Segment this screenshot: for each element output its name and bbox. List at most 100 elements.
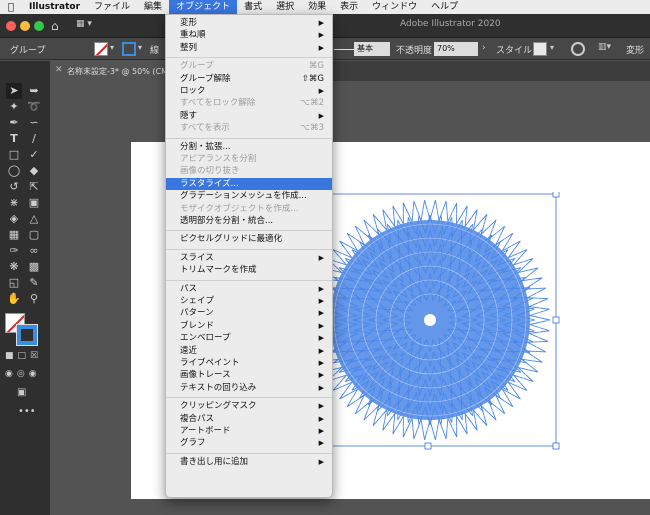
menu-item[interactable]: 書き出し用に追加 ▶ (166, 456, 332, 468)
fill-color-swatch[interactable] (94, 42, 108, 56)
scale-icon[interactable]: ⇱ (26, 179, 42, 195)
selection-handle[interactable] (552, 192, 560, 198)
gradient-icon[interactable]: ▢ (26, 227, 42, 243)
brush-definition-select[interactable]: 基本 (354, 42, 390, 56)
graph-icon[interactable]: ▩ (26, 259, 42, 275)
chevron-down-icon[interactable]: ▾ (550, 43, 554, 52)
menu-item[interactable]: エンベロープ ▶ (166, 332, 332, 344)
transform-link[interactable]: 変形 (626, 43, 644, 56)
selection-handle[interactable] (552, 316, 560, 324)
menu-item[interactable]: アートボード ▶ (166, 425, 332, 437)
edit-toolbar-icon[interactable]: ••• (18, 406, 36, 417)
eraser-icon[interactable]: ◆ (26, 163, 42, 179)
chevron-down-icon[interactable]: ▾ (110, 43, 114, 52)
lasso-icon[interactable]: ➰ (26, 99, 42, 115)
menu-effect[interactable]: 効果 (301, 0, 333, 14)
minimize-window-button[interactable] (20, 21, 30, 31)
menu-item[interactable]: 整列 ▶ (166, 42, 332, 54)
pen-icon[interactable]: ✒ (6, 115, 22, 131)
menu-item[interactable]: 分割・拡張... (166, 141, 332, 153)
menu-item[interactable]: グラデーションメッシュを作成... (166, 190, 332, 202)
maximize-window-button[interactable] (34, 21, 44, 31)
home-icon[interactable]: ⌂ (51, 19, 65, 33)
color-mode-buttons[interactable]: ■□☒ (5, 351, 42, 361)
menu-item[interactable]: 透明部分を分割・統合... (166, 215, 332, 227)
mesh-icon[interactable]: ▦ (6, 227, 22, 243)
selection-tool-icon[interactable]: ➤ (6, 83, 22, 99)
style-label: スタイル : (496, 46, 538, 56)
paintbrush-icon[interactable]: ✓ (26, 147, 42, 163)
spirograph-artwork[interactable] (300, 192, 568, 450)
line-icon[interactable]: ∕ (26, 131, 42, 147)
width-icon[interactable]: ⋇ (6, 195, 22, 211)
opacity-input[interactable]: 70% (434, 42, 478, 56)
menu-select[interactable]: 選択 (269, 0, 301, 14)
apple-icon[interactable]:  (0, 2, 22, 13)
menu-item[interactable]: ピクセルグリッドに最適化 (166, 233, 332, 245)
menu-type[interactable]: 書式 (237, 0, 269, 14)
rectangle-icon[interactable]: □ (6, 147, 22, 163)
menu-item[interactable]: クリッピングマスク ▶ (166, 400, 332, 412)
blend-icon[interactable]: ∞ (26, 243, 42, 259)
graphic-style-swatch[interactable] (533, 42, 547, 56)
menu-item[interactable]: トリムマークを作成 (166, 264, 332, 276)
menu-item[interactable]: パターン ▶ (166, 307, 332, 319)
symbol-sprayer-icon[interactable]: ❋ (6, 259, 22, 275)
menu-item[interactable]: 隠す ▶ (166, 110, 332, 122)
menu-item[interactable]: ロック ▶ (166, 85, 332, 97)
selection-handle[interactable] (552, 442, 560, 450)
menu-item[interactable]: ライブペイント ▶ (166, 357, 332, 369)
menu-item[interactable]: シェイプ ▶ (166, 295, 332, 307)
menu-edit[interactable]: 編集 (137, 0, 169, 14)
selection-handle[interactable] (424, 442, 432, 450)
menu-item[interactable]: 遠近 ▶ (166, 345, 332, 357)
stroke-color-swatch[interactable] (122, 42, 136, 56)
shaper-icon[interactable]: ◯ (6, 163, 22, 179)
curvature-icon[interactable]: ∽ (26, 115, 42, 131)
artboard-icon[interactable]: ◱ (6, 275, 22, 291)
document-tab[interactable]: ✕ 名称未設定-3* @ 50% (CMYK (50, 61, 178, 81)
menu-item[interactable]: グラフ ▶ (166, 437, 332, 449)
menu-item[interactable]: グループ解除 ⇧⌘G (166, 73, 332, 85)
workspace-switcher-icon[interactable]: ▦ ▾ (76, 19, 102, 33)
menu-window[interactable]: ウィンドウ (365, 0, 424, 14)
screen-mode-icon[interactable]: ▣ (17, 387, 26, 398)
menu-item[interactable]: 複合パス ▶ (166, 413, 332, 425)
menu-separator (166, 452, 332, 454)
shape-builder-icon[interactable]: ◈ (6, 211, 22, 227)
perspective-icon[interactable]: △ (26, 211, 42, 227)
menu-view[interactable]: 表示 (333, 0, 365, 14)
close-icon[interactable]: ✕ (55, 65, 63, 75)
submenu-arrow-icon: ▶ (318, 414, 324, 423)
align-icon[interactable]: ▥▾ (598, 42, 611, 52)
menu-item[interactable]: 画像トレース ▶ (166, 369, 332, 381)
chevron-down-icon[interactable]: ▾ (138, 43, 142, 52)
menu-object[interactable]: オブジェクト (169, 0, 238, 14)
rotate-icon[interactable]: ↺ (6, 179, 22, 195)
menu-item[interactable]: パス ▶ (166, 283, 332, 295)
draw-mode-buttons[interactable]: ◉◎◉ (5, 369, 41, 379)
type-icon[interactable]: T (6, 131, 22, 147)
menu-item[interactable]: ラスタライズ... (166, 177, 332, 190)
menu-item[interactable]: スライス ▶ (166, 252, 332, 264)
recolor-artwork-icon[interactable] (571, 42, 585, 56)
menu-item[interactable]: 重ね順 ▶ (166, 29, 332, 41)
stroke-label[interactable]: 線 (150, 43, 159, 56)
menu-file[interactable]: ファイル (87, 0, 137, 14)
opacity-label[interactable]: 不透明度 : (396, 43, 438, 56)
direct-selection-tool-icon[interactable]: ➥ (26, 83, 42, 99)
close-window-button[interactable] (6, 21, 16, 31)
zoom-icon[interactable]: ⚲ (26, 291, 42, 307)
menu-item[interactable]: 変形 ▶ (166, 17, 332, 29)
menu-help[interactable]: ヘルプ (424, 0, 465, 14)
menu-item[interactable]: ブレンド ▶ (166, 320, 332, 332)
eyedropper-icon[interactable]: ✑ (6, 243, 22, 259)
magic-wand-icon[interactable]: ✦ (6, 99, 22, 115)
chevron-right-icon[interactable]: › (482, 43, 486, 53)
slice-icon[interactable]: ✎ (26, 275, 42, 291)
hand-icon[interactable]: ✋ (6, 291, 22, 307)
menu-app-name[interactable]: Illustrator (22, 0, 87, 14)
free-transform-icon[interactable]: ▣ (26, 195, 42, 211)
menu-item[interactable]: テキストの回り込み ▶ (166, 382, 332, 394)
stroke-color-box[interactable] (16, 324, 38, 346)
